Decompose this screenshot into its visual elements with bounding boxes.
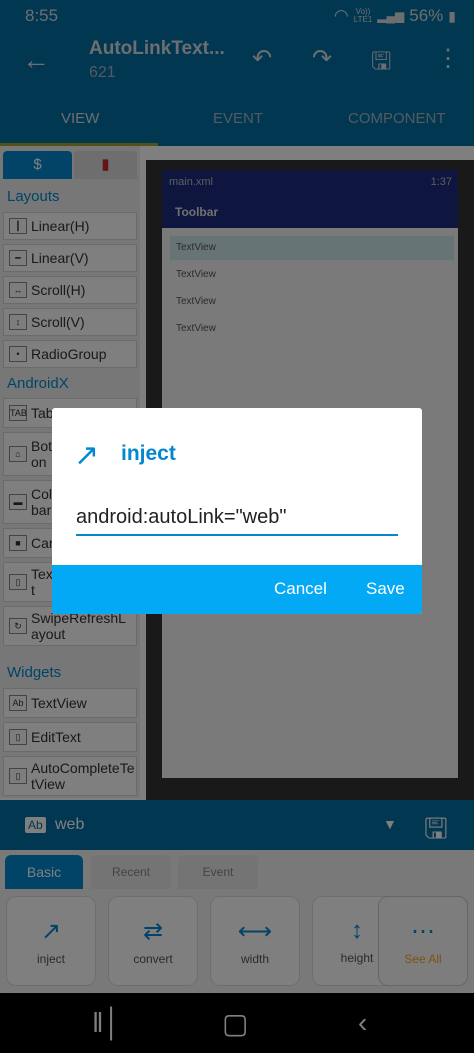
property-panel: Ab web ▼ 🖫 Basic Recent Event ↗ inject ⇄…	[0, 800, 474, 993]
palette-item[interactable]: ━ Linear(V)	[3, 244, 137, 272]
dollar-icon: $	[33, 156, 42, 173]
save-icon[interactable]: 🖫	[371, 44, 391, 85]
property-tab-event[interactable]: Event	[178, 855, 258, 889]
dialog-actions: Cancel Save	[52, 565, 422, 614]
autocomplete-icon: ▯	[9, 768, 27, 784]
tool-width-button[interactable]: ⟷ width	[210, 896, 300, 986]
palette-item[interactable]: Ab TextView	[3, 688, 137, 718]
inject-attribute-input[interactable]	[76, 504, 398, 536]
syringe-icon: ↗	[40, 918, 62, 945]
dropdown-arrow-icon[interactable]: ▼	[383, 816, 397, 832]
signal-icon: ▂▄▆	[377, 9, 405, 23]
palette-item[interactable]: ┃ Linear(H)	[3, 212, 137, 240]
wifi-icon: ◠	[333, 6, 349, 25]
collapsing-toolbar-icon: ▬	[9, 494, 27, 510]
palette-tab-dollar[interactable]: $	[3, 151, 72, 179]
edittext-icon: ▯	[9, 729, 27, 745]
textview-icon: Ab	[9, 695, 27, 711]
convert-icon: ⇄	[142, 918, 164, 945]
palette-item[interactable]: ↔ Scroll(H)	[3, 276, 137, 304]
width-icon: ⟷	[237, 918, 273, 945]
radio-group-icon: •	[9, 346, 27, 362]
section-layouts: Layouts	[7, 188, 60, 205]
preview-textview[interactable]: TextView	[170, 317, 454, 341]
preview-status-bar: main.xml 1:37	[162, 170, 458, 194]
tab-component[interactable]: COMPONENT	[348, 110, 446, 127]
scroll-h-icon: ↔	[9, 282, 27, 298]
preview-toolbar[interactable]: Toolbar	[162, 194, 458, 228]
section-widgets: Widgets	[7, 664, 62, 681]
tab-view[interactable]: VIEW	[61, 110, 99, 127]
preview-textview[interactable]: TextView	[170, 263, 454, 287]
palette-item[interactable]: ▯ EditText	[3, 722, 137, 752]
cardview-icon: ■	[9, 535, 27, 551]
bookmark-icon: ▮	[101, 156, 110, 173]
dialog-title: inject	[121, 442, 176, 465]
palette-item[interactable]: ↕ Scroll(V)	[3, 308, 137, 336]
undo-icon[interactable]: ↶	[252, 44, 272, 73]
back-icon[interactable]: ‹	[358, 1007, 367, 1039]
selected-view-bar[interactable]: Ab web ▼ 🖫	[0, 800, 474, 850]
inject-dialog: ↗ inject Cancel Save	[52, 408, 422, 614]
network-type: Vo)) LTE1	[353, 7, 373, 24]
palette-tab-bookmark[interactable]: ▮	[74, 151, 137, 179]
bottom-nav-icon: ⌂	[9, 446, 27, 462]
app-bar: ← AutoLinkText... 621 ↶ ↷ 🖫 ⋮	[0, 32, 474, 88]
preview-file-name: main.xml	[169, 176, 214, 188]
refresh-icon: ↻	[9, 618, 27, 634]
back-arrow-icon[interactable]: ←	[22, 44, 50, 76]
main-tabs: VIEW EVENT COMPONENT	[0, 88, 474, 146]
cancel-button[interactable]: Cancel	[274, 579, 327, 599]
status-bar: 8:55 ◠ Vo)) LTE1 ▂▄▆ 56% ▮	[0, 0, 474, 32]
textview-badge-icon: Ab	[25, 817, 46, 833]
tool-convert-button[interactable]: ⇄ convert	[108, 896, 198, 986]
section-androidx: AndroidX	[7, 375, 69, 392]
see-all-button[interactable]: ⋯ See All	[378, 896, 468, 986]
preview-textview-selected[interactable]: TextView	[170, 236, 454, 260]
battery-level: 56%	[409, 6, 444, 25]
save-button[interactable]: Save	[366, 579, 405, 599]
tool-inject-button[interactable]: ↗ inject	[6, 896, 96, 986]
linear-h-icon: ┃	[9, 218, 27, 234]
textinput-icon: ▯	[9, 574, 27, 590]
home-icon[interactable]: ▢	[222, 1007, 248, 1040]
palette-item[interactable]: ▯ AutoCompleteTe tView	[3, 756, 137, 796]
more-horiz-icon: ⋯	[411, 918, 435, 945]
preview-textview[interactable]: TextView	[170, 290, 454, 314]
linear-v-icon: ━	[9, 250, 27, 266]
scroll-v-icon: ↕	[9, 314, 27, 330]
redo-icon[interactable]: ↷	[312, 44, 332, 73]
preview-clock: 1:37	[430, 176, 452, 188]
status-time: 8:55	[25, 6, 59, 25]
selected-view-id: web	[55, 816, 85, 833]
tab-event[interactable]: EVENT	[213, 110, 263, 127]
system-nav-bar: ‖│ ▢ ‹	[0, 993, 474, 1053]
property-tab-basic[interactable]: Basic	[5, 855, 83, 889]
app-title: AutoLinkText...	[89, 38, 225, 59]
tab-layout-icon: TAB	[9, 405, 27, 421]
more-vert-icon[interactable]: ⋮	[436, 44, 460, 73]
property-tab-recent[interactable]: Recent	[91, 855, 171, 889]
palette-item[interactable]: • RadioGroup	[3, 340, 137, 368]
recent-apps-icon[interactable]: ‖│	[92, 1007, 121, 1039]
app-subtitle: 621	[89, 64, 116, 81]
syringe-icon: ↗	[74, 439, 100, 472]
save-properties-icon[interactable]: 🖫	[424, 808, 448, 856]
battery-icon: ▮	[448, 7, 456, 24]
